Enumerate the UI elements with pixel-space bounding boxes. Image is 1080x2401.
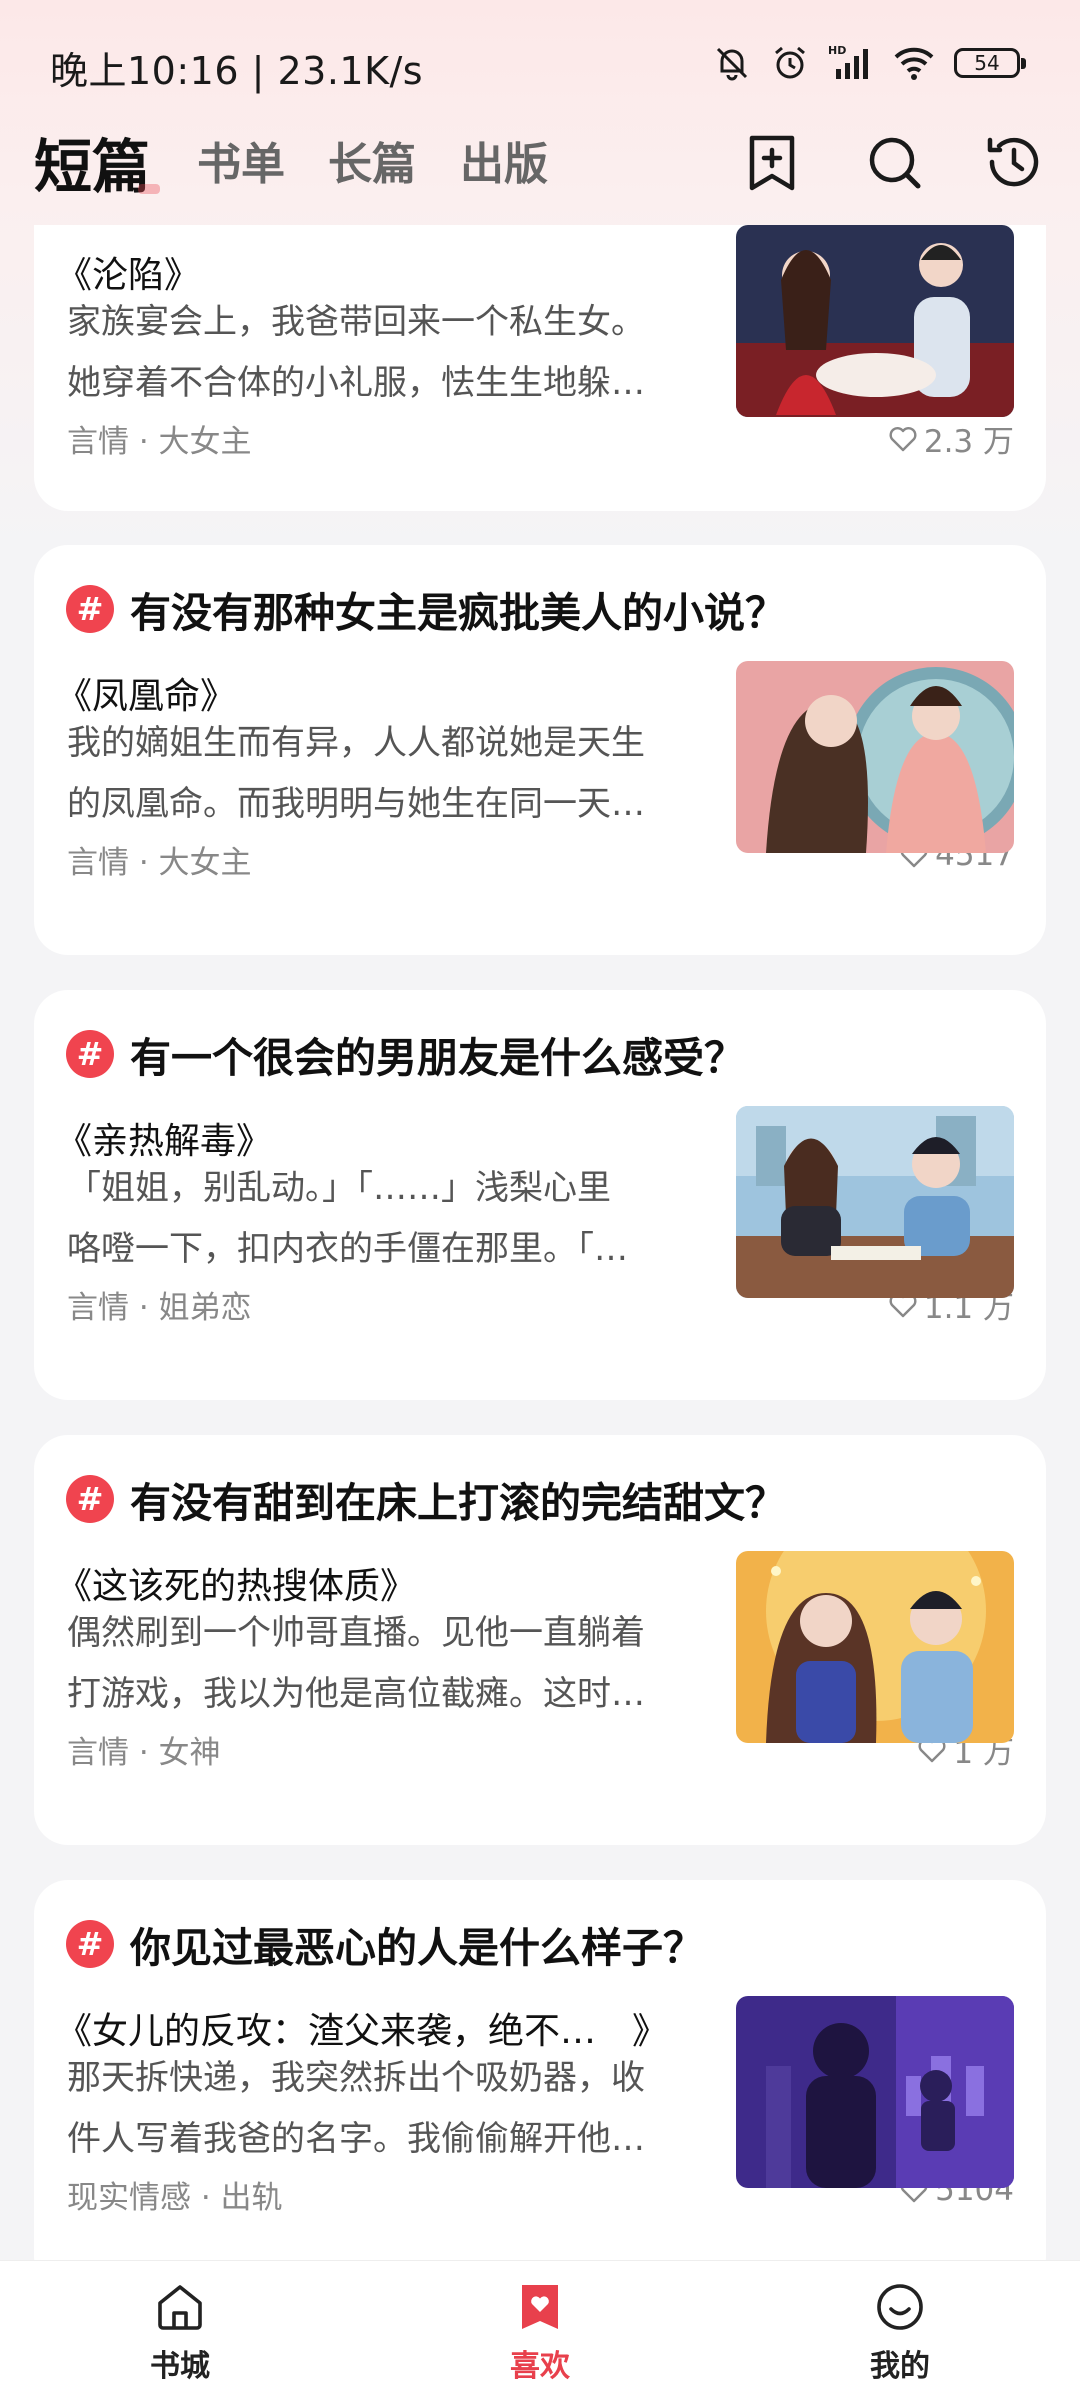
history-icon[interactable] xyxy=(982,130,1046,194)
tab-book-lists[interactable]: 书单 xyxy=(197,128,285,192)
heart-bookmark-icon xyxy=(522,2285,558,2329)
status-time: 晚上10:16 | 23.1K/s xyxy=(50,49,424,93)
question-topic[interactable]: # 有没有甜到在床上打滚的完结甜文？ xyxy=(66,1469,786,1529)
battery-icon: 54 xyxy=(954,48,1026,78)
book-title[interactable]: 《凤凰命》 xyxy=(56,667,236,719)
tab-long-novels[interactable]: 长篇 xyxy=(328,128,416,192)
bottom-nav: 书城 喜欢 我的 xyxy=(0,2260,1080,2401)
book-title[interactable]: 《亲热解毒》 xyxy=(56,1112,272,1164)
status-bar: 晚上10:16 | 23.1K/s HD 54 xyxy=(0,0,1080,125)
nav-profile[interactable]: 我的 xyxy=(810,2279,990,2385)
question-text[interactable]: 有没有甜到在床上打滚的完结甜文？ xyxy=(130,1469,786,1529)
story-excerpt: 那天拆快递，我突然拆出个吸奶器，收 件人写着我爸的名字。我偷偷解开他… xyxy=(67,2058,645,2159)
story-card[interactable]: # 有一个很会的男朋友是什么感受？ 《亲热解毒》 「姐姐，别乱动。」「……」浅梨… xyxy=(34,990,1046,1400)
story-card[interactable]: 《沦陷》 家族宴会上，我爸带回来一个私生女。 她穿着不合体的小礼服，怯生生地躲…… xyxy=(34,225,1046,511)
cover-image[interactable] xyxy=(736,225,1014,417)
book-title[interactable]: 《女儿的反攻：渣父来袭，绝不… 》 xyxy=(56,2002,668,2054)
nav-label: 书城 xyxy=(150,2349,210,2384)
cover-image[interactable] xyxy=(736,661,1014,853)
story-excerpt: 「姐姐，别乱动。」「……」浅梨心里 咯噔一下，扣内衣的手僵在那里。「… xyxy=(67,1168,628,1269)
question-topic[interactable]: # 有一个很会的男朋友是什么感受？ xyxy=(66,1024,745,1084)
book-title[interactable]: 《这该死的热搜体质》 xyxy=(56,1557,416,1609)
story-tags: 言情 · 姐弟恋 xyxy=(67,1290,252,1326)
tab-published[interactable]: 出版 xyxy=(460,128,548,192)
story-card[interactable]: # 你见过最恶心的人是什么样子？ 《女儿的反攻：渣父来袭，绝不… 》 那天拆快递… xyxy=(34,1880,1046,2260)
top-nav: 短篇 书单 长篇 出版 xyxy=(0,118,1080,223)
tab-short-stories[interactable]: 短篇 xyxy=(34,120,161,204)
add-bookshelf-icon[interactable] xyxy=(740,130,804,194)
question-topic[interactable]: # 有没有那种女主是疯批美人的小说？ xyxy=(66,579,786,639)
hashtag-icon: # xyxy=(66,1475,114,1523)
hashtag-icon: # xyxy=(66,1030,114,1078)
status-icons: HD 54 xyxy=(712,38,1026,88)
nav-label: 我的 xyxy=(870,2349,930,2384)
question-text[interactable]: 你见过最恶心的人是什么样子？ xyxy=(130,1914,704,1974)
story-card[interactable]: # 有没有甜到在床上打滚的完结甜文？ 《这该死的热搜体质》 偶然刷到一个帅哥直播… xyxy=(34,1435,1046,1845)
story-feed[interactable]: 《沦陷》 家族宴会上，我爸带回来一个私生女。 她穿着不合体的小礼服，怯生生地躲…… xyxy=(0,225,1080,2260)
story-excerpt: 我的嫡姐生而有异，人人都说她是天生 的凤凰命。而我明明与她生在同一天… xyxy=(67,723,645,824)
nav-label: 喜欢 xyxy=(510,2349,570,2384)
wifi-icon xyxy=(894,47,934,80)
like-count[interactable]: 2.3 万 xyxy=(888,416,1014,461)
cover-image[interactable] xyxy=(736,1551,1014,1743)
hd-signal-icon: HD xyxy=(828,44,868,79)
story-tags: 言情 · 女神 xyxy=(67,1735,221,1771)
story-tags: 言情 · 大女主 xyxy=(67,845,252,881)
cover-image[interactable] xyxy=(736,1996,1014,2188)
hashtag-icon: # xyxy=(66,585,114,633)
story-excerpt: 家族宴会上，我爸带回来一个私生女。 她穿着不合体的小礼服，怯生生地躲… xyxy=(67,302,645,403)
nav-bookstore[interactable]: 书城 xyxy=(90,2279,270,2385)
battery-level: 54 xyxy=(974,51,1000,75)
question-text[interactable]: 有一个很会的男朋友是什么感受？ xyxy=(130,1024,745,1084)
question-topic[interactable]: # 你见过最恶心的人是什么样子？ xyxy=(66,1914,704,1974)
question-text[interactable]: 有没有那种女主是疯批美人的小说？ xyxy=(130,579,786,639)
nav-favorites[interactable]: 喜欢 xyxy=(450,2279,630,2385)
cover-image[interactable] xyxy=(736,1106,1014,1298)
svg-text:HD: HD xyxy=(828,44,846,57)
book-title[interactable]: 《沦陷》 xyxy=(56,246,200,298)
profile-smile-icon xyxy=(877,2284,923,2330)
story-tags: 现实情感 · 出轨 xyxy=(67,2180,283,2216)
story-card[interactable]: # 有没有那种女主是疯批美人的小说？ 《凤凰命》 我的嫡姐生而有异，人人都说她是… xyxy=(34,545,1046,955)
mute-bell-icon xyxy=(716,47,748,81)
alarm-icon xyxy=(775,46,805,79)
search-icon[interactable] xyxy=(862,130,926,194)
heart-outline-icon xyxy=(889,426,917,451)
hashtag-icon: # xyxy=(66,1920,114,1968)
home-icon xyxy=(158,2285,202,2330)
story-excerpt: 偶然刷到一个帅哥直播。见他一直躺着 打游戏，我以为他是高位截瘫。这时… xyxy=(67,1613,645,1714)
story-tags: 言情 · 大女主 xyxy=(67,424,252,460)
